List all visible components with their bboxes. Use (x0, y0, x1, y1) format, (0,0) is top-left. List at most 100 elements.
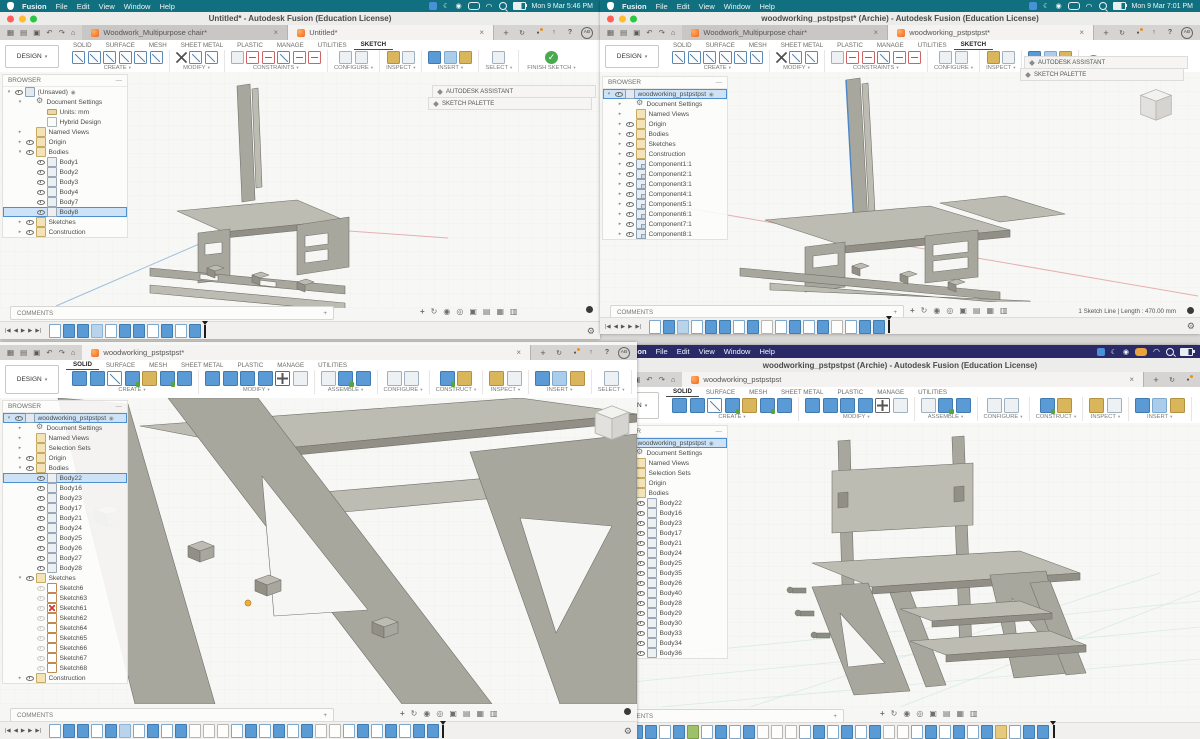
tabbar-action-icon[interactable] (1133, 27, 1143, 38)
expand-arrow-icon[interactable] (17, 139, 23, 145)
browser-tree-item[interactable]: Sketch6 (3, 583, 127, 593)
ribbon-group-icons[interactable] (986, 51, 1015, 64)
close-tab-icon[interactable]: × (1129, 375, 1134, 384)
timeline-feature-chip[interactable] (883, 724, 896, 739)
timeline-marker[interactable] (1050, 721, 1057, 738)
timeline-feature-chip[interactable] (813, 724, 826, 739)
visibility-eye-icon[interactable] (637, 609, 645, 617)
timeline-feature-chip[interactable] (729, 724, 742, 739)
ribbon-tab[interactable]: MANAGE (270, 42, 311, 50)
timeline-feature-chip[interactable] (911, 724, 924, 739)
visibility-eye-icon[interactable] (637, 579, 645, 587)
timeline-feature-chip[interactable] (687, 724, 700, 739)
user-presence-icon[interactable] (586, 306, 593, 313)
ribbon-group[interactable]: CONSTRAINTS ▾ (825, 50, 928, 72)
timeline-feature-chip[interactable] (188, 324, 201, 338)
collapse-panel-icon[interactable]: — (716, 428, 722, 435)
menubar-item[interactable]: Fusion (22, 2, 47, 11)
view-cube[interactable] (590, 400, 634, 448)
browser-tree-item[interactable]: Component2:1 (603, 169, 727, 179)
tabbar-tool-icon[interactable] (20, 348, 27, 357)
menubar-status-icon[interactable] (1067, 2, 1080, 10)
visibility-eye-icon[interactable] (637, 519, 645, 527)
design-workspace-dropdown[interactable]: DESIGN (5, 45, 59, 68)
timeline-feature-chip[interactable] (202, 724, 215, 738)
nav-tool-icon[interactable] (910, 306, 915, 315)
expand-arrow-icon[interactable] (17, 99, 23, 105)
visibility-eye-icon[interactable] (637, 639, 645, 647)
ribbon-group[interactable]: MODIFY ▾ (199, 370, 315, 394)
browser-tree-item[interactable]: Document Settings (603, 99, 727, 109)
browser-tree-item[interactable]: Sketch62 (3, 613, 127, 623)
avatar[interactable]: AB (581, 26, 593, 39)
visibility-eye-icon[interactable] (637, 549, 645, 557)
visibility-eye-icon[interactable] (626, 210, 634, 218)
timeline-feature-chip[interactable] (995, 724, 1008, 739)
collapse-panel-icon[interactable]: — (716, 79, 722, 86)
nav-tool-icon[interactable] (970, 709, 978, 718)
browser-tree-item[interactable]: Body17 (3, 503, 127, 513)
nav-tool-icon[interactable] (880, 709, 885, 718)
menubar-status-icon[interactable] (1180, 347, 1195, 356)
browser-tree-item[interactable]: Component7:1 (603, 219, 727, 229)
ribbon-group[interactable]: MODIFY ▾ (799, 397, 915, 421)
expand-arrow-icon[interactable] (617, 221, 623, 227)
ribbon-group-icons[interactable] (230, 51, 321, 64)
browser-tree-item[interactable]: Sketch65 (3, 633, 127, 643)
timeline-feature-chip[interactable] (286, 724, 299, 738)
tabbar-action-icon[interactable] (1101, 28, 1111, 38)
browser-tree-item[interactable]: Body3 (3, 177, 127, 187)
ribbon-tab[interactable]: MESH (142, 42, 174, 50)
timeline-feature-chip[interactable] (328, 724, 341, 738)
browser-tree-item[interactable]: Sketch63 (3, 593, 127, 603)
browser-tree-item[interactable]: Sketch64 (3, 623, 127, 633)
timeline-feature-chip[interactable] (146, 324, 159, 338)
ribbon-group[interactable]: CONSTRAINTS ▾ (225, 50, 328, 72)
tabbar-action-icon[interactable] (533, 27, 543, 38)
menubar-item[interactable]: Window (724, 347, 751, 356)
ribbon-tab[interactable]: PLASTIC (230, 362, 270, 370)
browser-tree-item[interactable]: Named Views (3, 433, 127, 443)
ribbon-group-icons[interactable] (672, 398, 792, 414)
visibility-eye-icon[interactable] (37, 158, 45, 166)
timeline-feature-chip[interactable] (662, 319, 675, 334)
timeline-playback-controls[interactable]: |◀ ◀ ▶ ▶ ▶| (5, 728, 41, 734)
visibility-eye-icon[interactable] (15, 88, 23, 96)
timeline-feature-chip[interactable] (746, 319, 759, 334)
browser-tree-item[interactable]: Bodies (3, 147, 127, 157)
visibility-eye-icon[interactable] (37, 604, 45, 612)
ribbon-tab[interactable]: SHEET METAL (774, 389, 830, 397)
browser-tree-item[interactable]: Body27 (3, 553, 127, 563)
browser-tree-item[interactable]: Component8:1 (603, 229, 727, 239)
ribbon-group-icons[interactable] (489, 371, 522, 386)
timeline-feature-chip[interactable] (118, 724, 131, 738)
ribbon-group-icons[interactable] (830, 51, 921, 64)
ribbon-tab[interactable]: SHEET METAL (174, 42, 230, 50)
timeline-gear-icon[interactable]: ⚙ (587, 326, 595, 337)
browser-tree-item[interactable]: Body16 (3, 483, 127, 493)
browser-tree-item[interactable]: Body2 (3, 167, 127, 177)
timeline-feature-chip[interactable] (48, 324, 61, 338)
tabbar-tool-icon[interactable] (633, 28, 640, 37)
tabbar-action-icon[interactable] (1167, 375, 1177, 385)
timeline-feature-chip[interactable] (132, 724, 145, 738)
ribbon-tab[interactable]: SHEET METAL (774, 42, 830, 50)
timeline-feature-chip[interactable] (160, 324, 173, 338)
visibility-eye-icon[interactable] (637, 649, 645, 657)
expand-arrow-icon[interactable] (617, 161, 623, 167)
timeline-feature-chip[interactable] (118, 324, 131, 338)
menubar-item[interactable]: File (656, 2, 668, 11)
tabbar-action-icon[interactable] (517, 28, 527, 38)
menubar-item[interactable]: Help (759, 2, 774, 11)
visibility-eye-icon[interactable] (615, 90, 623, 98)
timeline-feature-chip[interactable] (174, 324, 187, 338)
browser-tree-item[interactable]: Named Views (603, 109, 727, 119)
expand-arrow-icon[interactable] (617, 121, 623, 127)
timeline-feature-chip[interactable] (132, 324, 145, 338)
ribbon-group[interactable]: INSPECT ▾ (980, 50, 1023, 72)
nav-tool-icon[interactable] (929, 709, 937, 718)
menubar-status-icon[interactable] (1123, 347, 1129, 356)
browser-tree-item[interactable]: Sketch61 (3, 603, 127, 613)
ribbon-group[interactable]: ASSEMBLE ▾ (315, 370, 378, 394)
nav-tool-icon[interactable] (456, 307, 463, 316)
